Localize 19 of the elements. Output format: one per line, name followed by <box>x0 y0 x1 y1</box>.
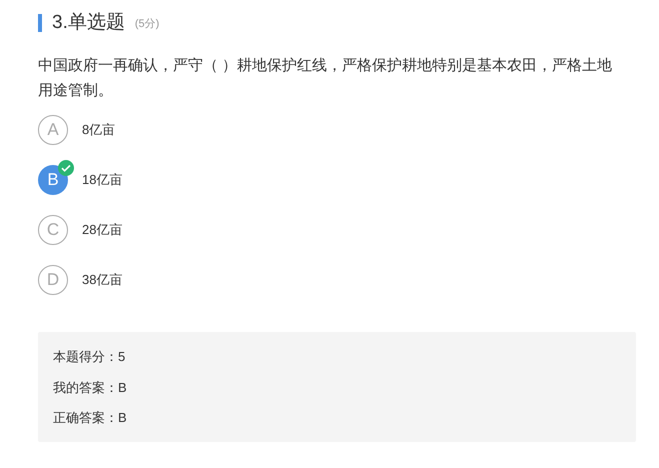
option-letter: D <box>38 265 68 295</box>
option-letter: A <box>38 115 68 145</box>
accent-bar <box>38 14 42 32</box>
option-text: 28亿亩 <box>82 221 122 240</box>
option-text: 8亿亩 <box>82 121 116 140</box>
result-line: 我的答案：B <box>53 378 128 396</box>
answer-option[interactable]: D 38亿亩 <box>38 259 130 301</box>
answer-option[interactable]: A 8亿亩 <box>38 109 124 151</box>
result-line: 本题得分：5 <box>53 348 126 366</box>
option-text: 38亿亩 <box>82 271 122 290</box>
option-text: 18亿亩 <box>82 171 122 190</box>
answer-option[interactable]: C 28亿亩 <box>38 209 130 251</box>
points-label: (5分) <box>134 17 160 32</box>
option-letter: C <box>38 215 68 245</box>
question-title: 3.单选题 <box>52 11 125 35</box>
result-line: 正确答案：B <box>53 409 128 427</box>
answer-option[interactable]: B 18亿亩 <box>38 159 130 201</box>
question-text: 中国政府一再确认，严守（ ）耕地保护红线，严格保护耕地特别是基本农田，严格土地用途管制。 <box>38 56 614 101</box>
check-icon <box>58 160 74 176</box>
